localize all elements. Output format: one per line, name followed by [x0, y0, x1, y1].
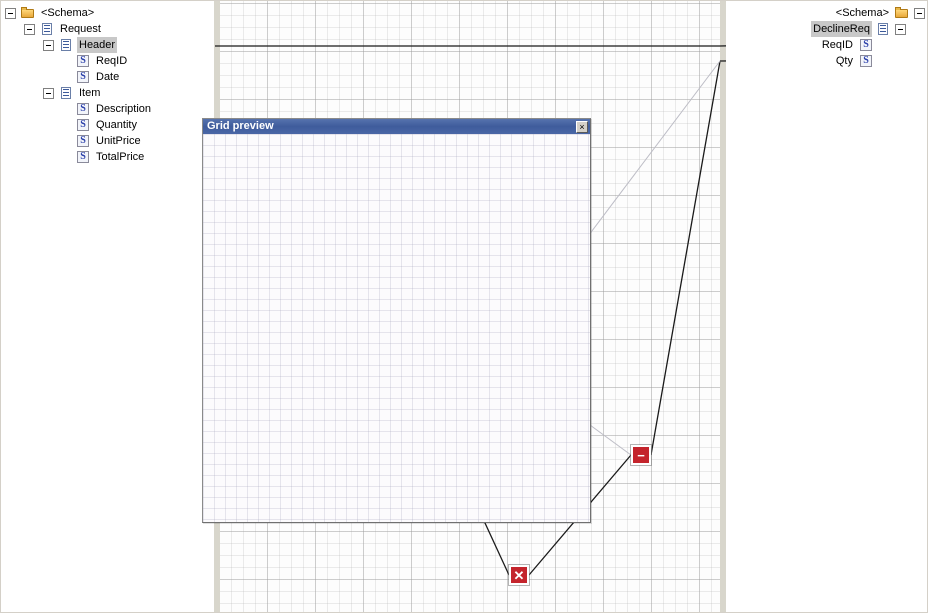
tree-node[interactable]: UnitPrice: [62, 133, 143, 149]
tree-node[interactable]: Date: [62, 69, 121, 85]
folder-icon: [895, 6, 909, 20]
tree-node-label: Qty: [835, 55, 853, 67]
attribute-icon: [859, 38, 873, 52]
attribute-icon: [76, 70, 90, 84]
tree-node[interactable]: ReqID: [820, 37, 887, 53]
element-icon: [40, 22, 54, 36]
collapse-icon[interactable]: [24, 23, 35, 35]
tree-node-label: <Schema>: [835, 7, 889, 19]
multiply-node-glyph[interactable]: ✕: [509, 565, 529, 585]
tree-node[interactable]: Header: [43, 37, 118, 53]
tree-node[interactable]: ReqID: [62, 53, 129, 69]
tree-node[interactable]: DeclineReq: [811, 21, 906, 37]
collapse-icon[interactable]: [5, 7, 16, 19]
attribute-icon: [76, 54, 90, 68]
grid-preview-title: Grid preview: [207, 120, 274, 132]
tree-node[interactable]: <Schema>: [5, 5, 96, 21]
tree-node-label: DeclineReq: [811, 21, 872, 37]
attribute-icon: [76, 102, 90, 116]
tree-node-label: Request: [60, 23, 101, 35]
source-schema-tree[interactable]: <Schema> Request Header ReqID Date Item Descri…: [1, 1, 214, 612]
multiply-node[interactable]: ✕: [509, 565, 529, 585]
element-icon: [59, 86, 73, 100]
tree-node-label: <Schema>: [41, 7, 95, 19]
grid-preview-titlebar[interactable]: Grid preview ×: [203, 119, 590, 134]
collapse-icon[interactable]: [43, 39, 54, 51]
grid-preview-window[interactable]: Grid preview ×: [202, 118, 591, 523]
tree-node[interactable]: Item: [43, 85, 102, 101]
tree-node-label: UnitPrice: [96, 135, 141, 147]
subtract-node-glyph[interactable]: −: [631, 445, 651, 465]
tree-node[interactable]: <Schema>: [834, 5, 925, 21]
tree-node[interactable]: Request: [24, 21, 103, 37]
tree-node-label: ReqID: [821, 39, 853, 51]
tree-node-label: ReqID: [96, 55, 128, 67]
attribute-icon: [76, 118, 90, 132]
element-icon: [876, 22, 890, 36]
tree-node[interactable]: TotalPrice: [62, 149, 146, 165]
tree-node-label: Quantity: [96, 119, 137, 131]
attribute-icon: [859, 54, 873, 68]
attribute-icon: [76, 150, 90, 164]
grid-preview-body[interactable]: [203, 134, 590, 522]
attribute-icon: [76, 134, 90, 148]
folder-icon: [21, 6, 35, 20]
tree-node-label: Description: [96, 103, 152, 115]
tree-node[interactable]: Description: [62, 101, 153, 117]
element-icon: [59, 38, 73, 52]
collapse-icon[interactable]: [914, 7, 925, 19]
collapse-icon[interactable]: [43, 87, 54, 99]
target-schema-tree[interactable]: <Schema> DeclineReq ReqID Qty: [726, 1, 927, 612]
close-icon[interactable]: ×: [576, 120, 588, 133]
tree-node-label: Date: [96, 71, 120, 83]
tree-node-label: Header: [77, 37, 118, 53]
tree-node-label: TotalPrice: [96, 151, 145, 163]
subtract-node[interactable]: −: [631, 445, 651, 465]
xml-mapper-window: <Schema> Request Header ReqID Date Item Descri…: [0, 0, 928, 613]
tree-node[interactable]: Quantity: [62, 117, 139, 133]
tree-node-label: Item: [79, 87, 101, 99]
tree-node[interactable]: Qty: [834, 53, 887, 69]
collapse-icon[interactable]: [895, 23, 906, 35]
